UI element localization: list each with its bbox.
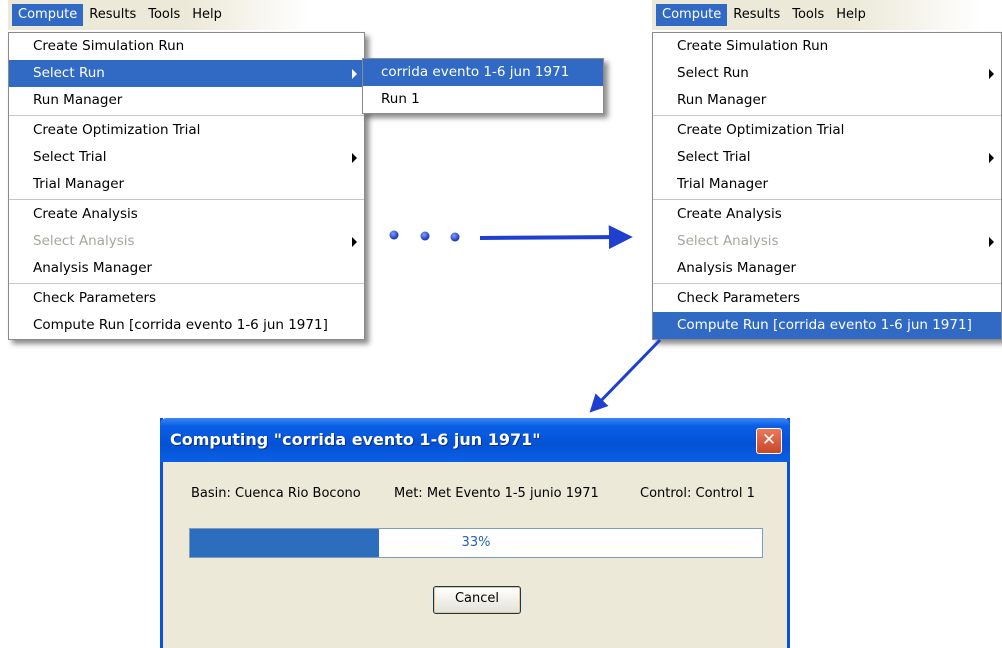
close-icon: ✕ [761,430,777,450]
run-info: Basin: Cuenca Rio Bocono Met: Met Evento… [191,486,767,501]
dialog-title: Computing "corrida evento 1-6 jun 1971" [170,430,541,449]
right-arrow-icon [479,225,633,250]
computing-dialog: Computing "corrida evento 1-6 jun 1971" … [160,418,790,648]
close-button[interactable]: ✕ [756,428,782,454]
ellipsis-dot [450,232,460,242]
cancel-button[interactable]: Cancel [433,586,521,614]
control-label: Control: Control 1 [640,486,755,501]
ellipsis-dot [389,230,399,240]
down-left-arrow-icon [589,338,662,413]
dialog-titlebar[interactable]: Computing "corrida evento 1-6 jun 1971" … [160,418,790,462]
progress-bar: 33% [189,528,763,558]
progress-percent: 33% [461,535,491,550]
met-label: Met: Met Evento 1-5 junio 1971 [394,486,599,501]
ellipsis-dot [420,231,430,241]
basin-label: Basin: Cuenca Rio Bocono [191,486,361,501]
